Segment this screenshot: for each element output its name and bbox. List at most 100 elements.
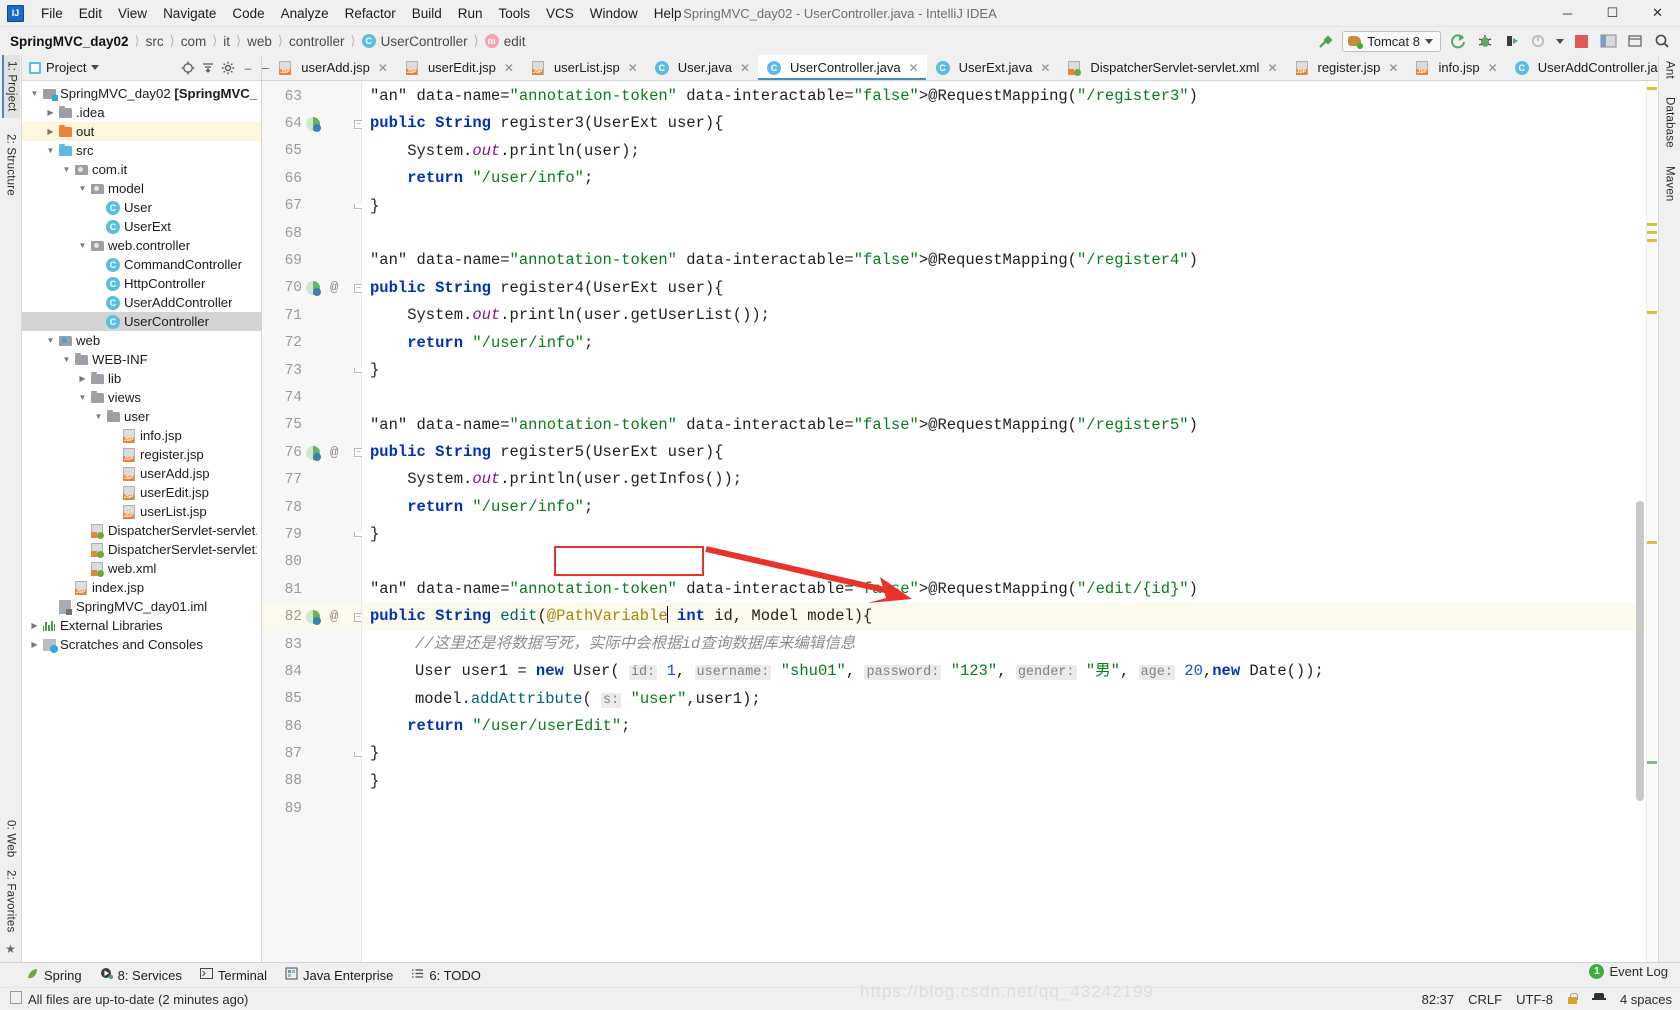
tree-node[interactable]: WEB-INF [22, 350, 261, 369]
code-line[interactable]: } [362, 768, 1646, 795]
run-gutter-icon[interactable] [306, 445, 321, 461]
gutter-line[interactable]: 64− [262, 110, 363, 137]
chevron-down-icon[interactable] [28, 89, 41, 98]
gutter-line[interactable]: 76 @ − [262, 439, 363, 466]
menu-view[interactable]: View [110, 3, 155, 24]
close-tab-icon[interactable]: ✕ [504, 61, 514, 75]
gutter-line[interactable]: 63 [262, 83, 361, 110]
lock-icon[interactable] [1567, 993, 1578, 1005]
gutter-line[interactable]: 74 [262, 384, 361, 411]
gutter-line[interactable]: 79 [262, 521, 363, 548]
code-line[interactable]: System.out.println(user.getInfos()); [362, 466, 1646, 493]
layout-icon[interactable] [1598, 31, 1618, 51]
project-tree[interactable]: SpringMVC_day02 [SpringMVC_day0 .idea out s… [22, 81, 261, 962]
menu-code[interactable]: Code [224, 3, 272, 24]
run-gutter-icon[interactable] [306, 281, 321, 297]
breadcrumb-src[interactable]: src [146, 34, 164, 49]
gutter-line[interactable]: 77 [262, 466, 361, 493]
chevron-down-icon[interactable] [44, 146, 57, 155]
code-line[interactable]: } [362, 521, 1646, 548]
chevron-right-icon[interactable] [44, 108, 57, 117]
annotation-gutter-icon[interactable]: @ [330, 280, 338, 296]
file-encoding[interactable]: UTF-8 [1516, 992, 1553, 1007]
tree-node[interactable]: web.xml [22, 559, 261, 578]
gutter-line[interactable]: 81 [262, 576, 361, 603]
event-log-button[interactable]: 1 Event Log [1589, 964, 1668, 979]
tree-node[interactable]: SpringMVC_day02 [SpringMVC_day0 [22, 84, 261, 103]
code-line[interactable]: User user1 = new User( id: 1, username: … [362, 658, 1646, 685]
menu-refactor[interactable]: Refactor [337, 3, 404, 24]
debug-icon[interactable] [1475, 31, 1495, 51]
tree-node[interactable]: C User [22, 198, 261, 217]
tool-window-button-spring[interactable]: Spring [26, 967, 82, 983]
breadcrumb-method[interactable]: m edit [484, 34, 525, 49]
gutter-line[interactable]: 73 [262, 357, 363, 384]
annotation-gutter-icon[interactable]: @ [330, 445, 338, 461]
chevron-down-icon[interactable] [92, 412, 105, 421]
locate-icon[interactable] [181, 61, 195, 75]
maximize-button[interactable]: ☐ [1590, 0, 1635, 27]
editor-tab[interactable]: C UserExt.java ✕ [927, 55, 1059, 80]
project-panel-title-group[interactable]: Project [29, 60, 100, 75]
code-line[interactable]: public String edit(@PathVariable int id,… [362, 603, 1646, 631]
gutter-line[interactable]: 65 [262, 138, 361, 165]
tree-node[interactable]: userEdit.jsp [22, 483, 261, 502]
breadcrumb-it[interactable]: it [223, 34, 230, 49]
tool-window-tab-project[interactable]: 1: Project [1, 55, 20, 118]
warning-marker[interactable] [1647, 311, 1657, 314]
editor-tab[interactable]: userEdit.jsp ✕ [396, 55, 522, 80]
gutter-line[interactable]: 75 [262, 412, 361, 439]
collapse-all-icon[interactable] [201, 61, 215, 75]
chevron-down-icon[interactable] [44, 336, 57, 345]
tree-node[interactable]: DispatcherServlet-servlet1.xr [22, 540, 261, 559]
warning-marker[interactable] [1647, 239, 1657, 242]
gutter-line[interactable]: 86 [262, 713, 361, 740]
code-line[interactable]: return "/user/info"; [362, 494, 1646, 521]
run-configuration-selector[interactable]: Tomcat 8 [1342, 30, 1441, 52]
editor-tab[interactable]: C User.java ✕ [646, 55, 758, 80]
tree-node[interactable]: SpringMVC_day01.iml [22, 597, 261, 616]
close-tab-icon[interactable]: ✕ [740, 61, 750, 75]
chevron-right-icon[interactable] [76, 374, 89, 383]
menu-vcs[interactable]: VCS [538, 3, 582, 24]
code-line[interactable]: public String register5(UserExt user){ [362, 439, 1646, 466]
tool-window-tab-ant[interactable]: Ant [1662, 55, 1678, 85]
close-tab-icon[interactable]: ✕ [1040, 61, 1050, 75]
gutter-line[interactable]: 84 [262, 658, 361, 685]
close-tab-icon[interactable]: ✕ [1388, 61, 1398, 75]
menu-edit[interactable]: Edit [71, 3, 110, 24]
tree-node[interactable]: com.it [22, 160, 261, 179]
tree-node[interactable]: C CommandController [22, 255, 261, 274]
editor-tab[interactable]: DispatcherServlet-servlet.xml ✕ [1058, 55, 1285, 80]
search-icon[interactable] [1652, 31, 1672, 51]
close-button[interactable]: ✕ [1635, 0, 1680, 27]
tree-node[interactable]: web.controller [22, 236, 261, 255]
gutter-line[interactable]: 82 @ − [262, 603, 363, 631]
tabs-menu-icon[interactable]: – [262, 55, 269, 80]
editor-tab[interactable]: userAdd.jsp ✕ [269, 55, 396, 80]
warning-marker[interactable] [1647, 223, 1657, 226]
annotation-gutter-icon[interactable]: @ [330, 609, 338, 625]
tool-window-button-todo[interactable]: 6: TODO [411, 967, 481, 983]
tree-node[interactable]: C UserController [22, 312, 261, 331]
tool-window-tab-database[interactable]: Database [1662, 91, 1678, 154]
code-line[interactable]: public String register3(UserExt user){ [362, 110, 1646, 137]
tool-window-tab-structure[interactable]: 2: Structure [3, 128, 19, 202]
code-line[interactable]: "an" data-name="annotation-token" data-i… [362, 576, 1646, 603]
code-line[interactable] [362, 549, 1646, 576]
tool-window-button-services[interactable]: 8: Services [100, 967, 182, 983]
code-line[interactable]: model.addAttribute( s: "user",user1); [362, 686, 1646, 713]
tree-node[interactable]: src [22, 141, 261, 160]
hammer-icon[interactable] [1315, 31, 1335, 51]
warning-marker[interactable] [1647, 87, 1657, 90]
code-line[interactable] [362, 384, 1646, 411]
gutter-line[interactable]: 69 [262, 247, 361, 274]
code-line[interactable]: //这里还是将数据写死，实际中会根据id查询数据库来编辑信息 [362, 631, 1646, 658]
profile-icon[interactable] [1529, 31, 1549, 51]
tree-node[interactable]: views [22, 388, 261, 407]
indent-setting[interactable]: 4 spaces [1620, 992, 1672, 1007]
editor-tab[interactable]: register.jsp ✕ [1286, 55, 1407, 80]
chevron-down-icon[interactable] [60, 355, 73, 364]
menu-navigate[interactable]: Navigate [155, 3, 224, 24]
code-line[interactable]: return "/user/info"; [362, 330, 1646, 357]
